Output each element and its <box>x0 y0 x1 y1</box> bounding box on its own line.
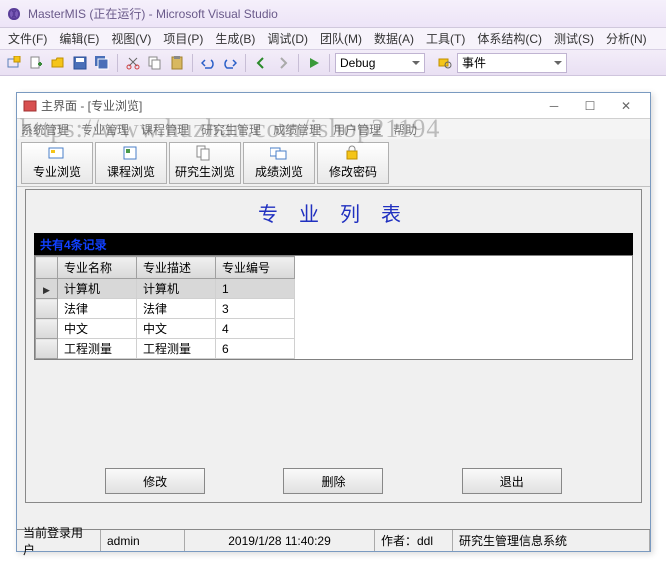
menu-build[interactable]: 生成(B) <box>209 28 261 49</box>
tb-student-browse[interactable]: 研究生浏览 <box>169 142 241 184</box>
action-button-row: 修改 删除 退出 <box>26 468 641 494</box>
menu-test[interactable]: 测试(S) <box>548 28 600 49</box>
app-menu-student[interactable]: 研究生管理 <box>201 121 261 138</box>
status-user: admin <box>101 530 185 551</box>
page-title: 专 业 列 表 <box>34 196 633 233</box>
redo-icon[interactable] <box>220 53 240 73</box>
events-combo[interactable]: 事件 <box>457 53 567 73</box>
save-all-icon[interactable] <box>92 53 112 73</box>
menu-data[interactable]: 数据(A) <box>368 28 420 49</box>
app-title-text: 主界面 - [专业浏览] <box>41 97 536 114</box>
menu-debug[interactable]: 调试(D) <box>261 28 314 49</box>
vs-title-bar: MasterMIS (正在运行) - Microsoft Visual Stud… <box>0 0 666 28</box>
close-button[interactable]: ✕ <box>608 96 644 116</box>
app-menu-major[interactable]: 专业管理 <box>81 121 129 138</box>
row-header[interactable] <box>36 279 58 299</box>
menu-team[interactable]: 团队(M) <box>314 28 368 49</box>
tb-course-browse[interactable]: 课程浏览 <box>95 142 167 184</box>
vs-toolbar: Debug 事件 <box>0 50 666 76</box>
open-icon[interactable] <box>48 53 68 73</box>
menu-analyze[interactable]: 分析(N) <box>600 28 653 49</box>
status-user-label: 当前登录用户 <box>17 530 101 551</box>
app-titlebar: 主界面 - [专业浏览] ─ ☐ ✕ <box>17 93 650 119</box>
vs-logo-icon <box>6 6 22 22</box>
row-header[interactable] <box>36 299 58 319</box>
copy-icon[interactable] <box>145 53 165 73</box>
new-project-icon[interactable] <box>4 53 24 73</box>
status-bar: 当前登录用户 admin 2019/1/28 11:40:29 作者：ddl 研… <box>17 529 650 551</box>
data-grid[interactable]: 专业名称专业描述专业编号计算机计算机1法律法律3中文中文4工程测量工程测量6 <box>34 255 633 360</box>
config-combo[interactable]: Debug <box>335 53 425 73</box>
vs-menu-bar: 文件(F) 编辑(E) 视图(V) 项目(P) 生成(B) 调试(D) 团队(M… <box>0 28 666 50</box>
save-icon[interactable] <box>70 53 90 73</box>
nav-fwd-icon[interactable] <box>273 53 293 73</box>
col-header[interactable]: 专业名称 <box>58 257 137 279</box>
status-system: 研究生管理信息系统 <box>453 530 650 551</box>
app-icon <box>23 99 37 113</box>
vs-title-text: MasterMIS (正在运行) - Microsoft Visual Stud… <box>28 5 278 22</box>
record-count-bar: 共有4条记录 <box>34 233 633 255</box>
app-menu-course[interactable]: 课程管理 <box>141 121 189 138</box>
exit-button[interactable]: 退出 <box>462 468 562 494</box>
maximize-button[interactable]: ☐ <box>572 96 608 116</box>
row-header[interactable] <box>36 339 58 359</box>
start-icon[interactable] <box>304 53 324 73</box>
paste-icon[interactable] <box>167 53 187 73</box>
col-header[interactable]: 专业编号 <box>216 257 295 279</box>
config-value: Debug <box>340 56 375 70</box>
minimize-button[interactable]: ─ <box>536 96 572 116</box>
menu-arch[interactable]: 体系结构(C) <box>471 28 548 49</box>
app-menu-system[interactable]: 系统管理 <box>21 121 69 138</box>
col-header[interactable]: 专业描述 <box>137 257 216 279</box>
row-header[interactable] <box>36 319 58 339</box>
app-menu-bar: 系统管理 专业管理 课程管理 研究生管理 成绩管理 用户管理 帮助 <box>17 119 650 139</box>
delete-button[interactable]: 删除 <box>283 468 383 494</box>
table-row[interactable]: 中文中文4 <box>36 319 295 339</box>
undo-icon[interactable] <box>198 53 218 73</box>
menu-edit[interactable]: 编辑(E) <box>53 28 105 49</box>
status-author: 作者：ddl <box>375 530 453 551</box>
cut-icon[interactable] <box>123 53 143 73</box>
menu-tools[interactable]: 工具(T) <box>420 28 471 49</box>
edit-button[interactable]: 修改 <box>105 468 205 494</box>
tb-major-browse[interactable]: 专业浏览 <box>21 142 93 184</box>
menu-view[interactable]: 视图(V) <box>105 28 157 49</box>
find-icon[interactable] <box>435 53 455 73</box>
tb-change-password[interactable]: 修改密码 <box>317 142 389 184</box>
app-toolbar: 专业浏览 课程浏览 研究生浏览 成绩浏览 修改密码 <box>17 139 650 187</box>
app-menu-user[interactable]: 用户管理 <box>333 121 381 138</box>
nav-back-icon[interactable] <box>251 53 271 73</box>
status-time: 2019/1/28 11:40:29 <box>185 530 375 551</box>
table-row[interactable]: 工程测量工程测量6 <box>36 339 295 359</box>
menu-file[interactable]: 文件(F) <box>2 28 53 49</box>
tb-grade-browse[interactable]: 成绩浏览 <box>243 142 315 184</box>
content-frame: 专 业 列 表 共有4条记录 专业名称专业描述专业编号计算机计算机1法律法律3中… <box>25 189 642 503</box>
app-window: 主界面 - [专业浏览] ─ ☐ ✕ 系统管理 专业管理 课程管理 研究生管理 … <box>16 92 651 552</box>
table-row[interactable]: 计算机计算机1 <box>36 279 295 299</box>
events-value: 事件 <box>462 54 486 71</box>
menu-project[interactable]: 项目(P) <box>157 28 209 49</box>
app-menu-grade[interactable]: 成绩管理 <box>273 121 321 138</box>
table-row[interactable]: 法律法律3 <box>36 299 295 319</box>
app-menu-help[interactable]: 帮助 <box>393 121 417 138</box>
add-item-icon[interactable] <box>26 53 46 73</box>
